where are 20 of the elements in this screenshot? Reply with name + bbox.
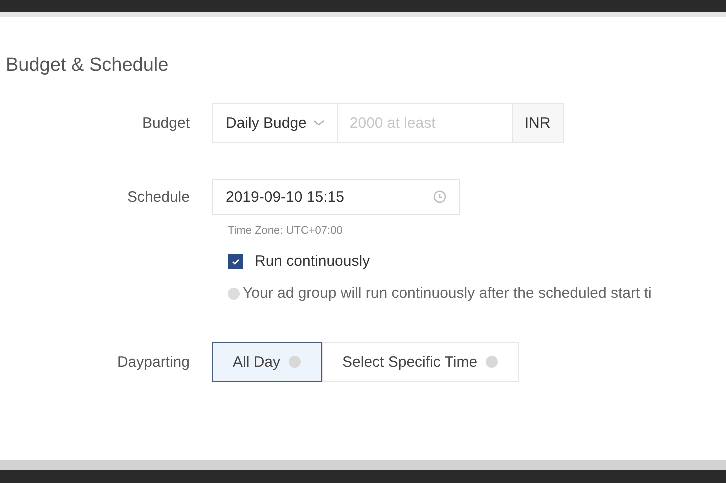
dayparting-option[interactable]: All Day: [212, 342, 322, 382]
help-icon: [486, 356, 498, 368]
hint-text: Your ad group will run continuously after the scheduled start ti: [243, 285, 652, 302]
checkbox[interactable]: [228, 254, 243, 269]
checkbox-label: Run continuously: [255, 253, 370, 270]
currency-addon: INR: [512, 103, 564, 143]
section-title: Budget & Schedule: [6, 55, 170, 77]
chevron-down-icon: [312, 119, 325, 127]
info-icon: [228, 288, 240, 300]
help-icon: [288, 356, 301, 368]
date-time-field[interactable]: 2019-09-10 15:15: [212, 179, 460, 215]
field-label: Schedule: [126, 188, 191, 206]
field-label: Dayparting: [116, 354, 191, 370]
clock-icon: [433, 190, 447, 204]
budget-amount-field[interactable]: 2000 at least: [338, 103, 513, 143]
field-label: Budget: [141, 114, 191, 132]
dayparting-option[interactable]: Select Specific Time: [322, 342, 519, 382]
budget-type-select[interactable]: Daily Budge: [212, 103, 338, 143]
checkmark-icon: [230, 256, 240, 266]
time-zone-text: Time Zone: UTC+07:00: [228, 225, 344, 237]
